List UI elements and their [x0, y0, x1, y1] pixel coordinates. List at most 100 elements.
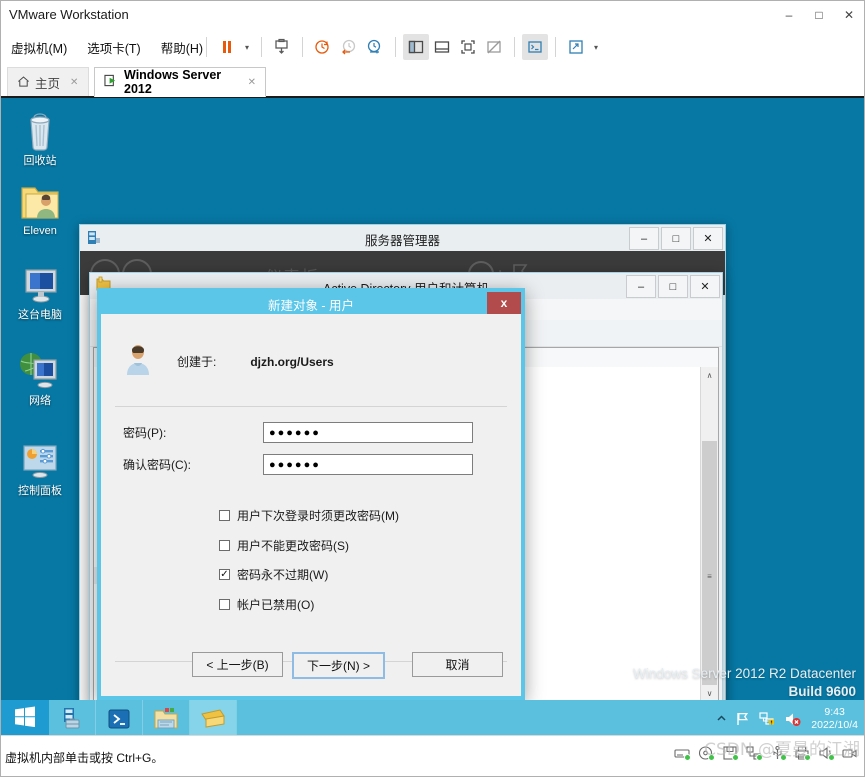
sm-close-button[interactable]: ✕ [693, 227, 723, 250]
menu-vm[interactable]: 虚拟机(M) [1, 34, 77, 61]
dialog-close-button[interactable]: x [487, 292, 521, 314]
scroll-up-icon[interactable]: ∧ [701, 367, 718, 384]
snapshot-icon[interactable] [310, 34, 336, 60]
created-in-value: djzh.org/Users [250, 354, 334, 369]
unity-mode-icon[interactable] [481, 34, 507, 60]
pause-dropdown-caret[interactable]: ▾ [240, 43, 254, 52]
aduc-maximize-button[interactable]: □ [658, 275, 688, 298]
user-avatar-icon [123, 342, 153, 381]
created-in-label: 创建于: [177, 355, 217, 369]
window-controls: – □ ✕ [774, 1, 864, 29]
next-button[interactable]: 下一步(N) > [292, 652, 385, 679]
title-bar: VMware Workstation – □ ✕ [1, 1, 864, 29]
tab-windows-server-2012[interactable]: Windows Server 2012 ✕ [94, 67, 266, 97]
thumbnail-bar-icon[interactable] [429, 34, 455, 60]
network-warning-icon[interactable] [759, 711, 776, 727]
taskbar[interactable]: 9:43 2022/10/4 [1, 700, 864, 737]
dialog-body: 创建于: djzh.org/Users 密码(P): ●●●●●● 确认密码(C… [101, 314, 521, 696]
minimize-button[interactable]: – [774, 1, 804, 29]
aduc-minimize-button[interactable]: – [626, 275, 656, 298]
snapshot-manager-icon[interactable] [362, 34, 388, 60]
this-pc-icon [5, 260, 75, 306]
desktop-icon-recycle-bin[interactable]: 回收站 [5, 106, 75, 168]
device-active-dot [804, 754, 811, 761]
taskbar-powershell[interactable] [96, 700, 143, 737]
checkbox-account-disabled[interactable]: ✓ 帐户已禁用(O) [219, 596, 314, 613]
maximize-button[interactable]: □ [804, 1, 834, 29]
menu-toolbar-row: 虚拟机(M) 选项卡(T) 帮助(H) ▾ ▾ [1, 29, 864, 66]
app-title: VMware Workstation [9, 7, 129, 22]
volume-muted-icon[interactable] [784, 711, 801, 727]
network-icon [5, 346, 75, 392]
sm-maximize-button[interactable]: □ [661, 227, 691, 250]
desktop-icon-network[interactable]: 网络 [5, 346, 75, 408]
cd-dvd-icon[interactable] [697, 745, 715, 761]
usb-icon[interactable] [769, 745, 787, 761]
desktop-icon-control-panel[interactable]: 控制面板 [5, 436, 75, 498]
status-message: 虚拟机内部单击或按 Ctrl+G。 [5, 751, 164, 765]
device-active-dot [684, 754, 691, 761]
floppy-icon[interactable] [721, 745, 739, 761]
console-view-icon[interactable] [522, 34, 549, 60]
checkbox-box[interactable]: ✓ [219, 540, 230, 551]
action-center-flag-icon[interactable] [735, 711, 751, 727]
cancel-button[interactable]: 取消 [412, 652, 503, 677]
taskbar-server-manager[interactable] [49, 700, 96, 737]
tab-home-close-icon[interactable]: ✕ [67, 75, 81, 90]
new-object-user-dialog[interactable]: 新建对象 - 用户 x 创建于: djzh.org/Users 密码(P): ●… [97, 288, 525, 700]
user-folder-icon [5, 176, 75, 222]
start-button[interactable] [1, 700, 49, 737]
confirm-password-field[interactable]: ●●●●●● [263, 454, 473, 475]
checkbox-label: 密码永不过期(W) [237, 568, 329, 582]
taskbar-clock[interactable]: 9:43 2022/10/4 [811, 706, 858, 732]
taskbar-file-explorer[interactable] [143, 700, 190, 737]
taskbar-items [49, 700, 237, 737]
menu-tabs[interactable]: 选项卡(T) [77, 34, 150, 61]
back-button[interactable]: < 上一步(B) [192, 652, 283, 677]
toolbar-separator [302, 37, 304, 57]
revert-snapshot-icon[interactable] [336, 34, 362, 60]
pause-icon[interactable] [214, 34, 240, 60]
aduc-close-button[interactable]: ✕ [690, 275, 720, 298]
sm-minimize-button[interactable]: – [629, 227, 659, 250]
recycle-bin-icon [5, 106, 75, 152]
dialog-title: 新建对象 - 用户 [267, 299, 355, 313]
checkbox-cannot-change-password[interactable]: ✓ 用户不能更改密码(S) [219, 537, 349, 554]
tab-bar: 主页 ✕ Windows Server 2012 ✕ [1, 65, 864, 97]
full-screen-icon[interactable] [455, 34, 481, 60]
server-manager-title-bar: 服务器管理器 – □ ✕ [80, 225, 725, 251]
stretch-dropdown-caret[interactable]: ▾ [589, 43, 603, 52]
take-snapshot-icon[interactable] [269, 34, 295, 60]
desktop-icon-this-pc[interactable]: 这台电脑 [5, 260, 75, 322]
guest-screen[interactable]: 回收站 Eleven 这台电脑 网络 控制面板 服务器管理器 – □ ✕ – □… [1, 98, 864, 737]
close-button[interactable]: ✕ [834, 1, 864, 29]
checkbox-box[interactable]: ✓ [219, 569, 230, 580]
show-hidden-icons-icon[interactable] [716, 713, 727, 724]
stretch-guest-icon[interactable] [563, 34, 589, 60]
dialog-buttons: < 上一步(B) 下一步(N) > 取消 [192, 652, 503, 679]
tab-vm-label: Windows Server 2012 [124, 68, 222, 96]
desktop-icon-eleven[interactable]: Eleven [5, 176, 75, 238]
checkbox-box[interactable]: ✓ [219, 599, 230, 610]
dialog-divider-top [115, 406, 507, 407]
checkbox-must-change-password[interactable]: ✓ 用户下次登录时须更改密码(M) [219, 507, 399, 524]
desktop-watermark-edition: Windows Server 2012 R2 Datacenter [633, 666, 856, 681]
windows-desktop[interactable]: 回收站 Eleven 这台电脑 网络 控制面板 服务器管理器 – □ ✕ – □… [1, 98, 864, 737]
tab-vm-close-icon[interactable]: ✕ [245, 75, 259, 90]
tab-home[interactable]: 主页 ✕ [7, 67, 89, 97]
hard-disk-icon[interactable] [673, 745, 691, 761]
checkbox-box[interactable]: ✓ [219, 510, 230, 521]
password-field[interactable]: ●●●●●● [263, 422, 473, 443]
sound-card-icon[interactable] [817, 745, 835, 761]
server-manager-window-controls: – □ ✕ [629, 227, 723, 250]
camera-icon[interactable] [841, 745, 858, 761]
checkbox-password-never-expires[interactable]: ✓ 密码永不过期(W) [219, 566, 328, 583]
taskbar-aduc[interactable] [190, 700, 237, 737]
desktop-icon-label: 网络 [29, 395, 51, 407]
aduc-scrollbar[interactable]: ∧ ≡ ∨ [700, 367, 718, 711]
show-library-icon[interactable] [403, 34, 430, 60]
printer-icon[interactable] [793, 745, 811, 761]
network-adapter-icon[interactable] [745, 745, 763, 761]
toolbar-separator [514, 37, 516, 57]
desktop-icon-label: Eleven [23, 225, 57, 237]
